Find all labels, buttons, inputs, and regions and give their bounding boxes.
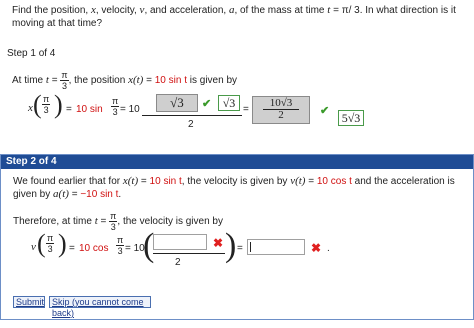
velocity-expression: 10 cos t xyxy=(316,176,352,187)
right-big-paren: ) xyxy=(225,227,237,264)
equals: = xyxy=(66,104,72,115)
answer-box-sqrt3[interactable]: √3 xyxy=(156,94,198,112)
velocity-answer-input[interactable] xyxy=(247,239,305,255)
text: is given by xyxy=(187,75,238,87)
pi-over-3-fraction: π3 xyxy=(116,235,125,256)
text: At time xyxy=(12,75,46,87)
equals-ten: = 10 xyxy=(125,243,145,254)
lhs-v: v xyxy=(31,241,36,253)
position-expression: 10 sin t xyxy=(149,176,182,187)
fraction-denominator: 3 xyxy=(43,105,49,115)
text: We found earlier that for xyxy=(13,176,123,187)
check-icon: ✔ xyxy=(202,98,212,110)
incorrect-x-icon: ✖ xyxy=(213,236,224,250)
question-part: , and acceleration, xyxy=(144,5,229,16)
text: , the position xyxy=(68,75,129,87)
step2-header: Step 2 of 4 xyxy=(1,155,473,169)
fraction-denominator: 2 xyxy=(188,119,194,130)
text: = xyxy=(68,189,81,200)
fraction-numerator: π xyxy=(116,235,125,246)
incorrect-x-icon: ✖ xyxy=(311,241,322,255)
fraction-numerator: π xyxy=(46,233,55,244)
skip-button[interactable]: Skip (you cannot come back) xyxy=(49,296,151,318)
fraction-bar xyxy=(153,253,225,254)
question-part: Find the position, xyxy=(12,5,91,16)
submit-button[interactable]: Submit xyxy=(13,296,45,308)
fraction-denominator: 3 xyxy=(47,244,53,254)
fraction-numerator: π xyxy=(42,94,51,105)
fraction-denominator: 3 xyxy=(112,107,118,117)
right-paren: ) xyxy=(54,90,63,119)
question-part: , velocity, xyxy=(95,5,140,16)
position-expression: 10 sin t xyxy=(154,75,187,87)
pi-over-3-fraction: π3 xyxy=(60,70,69,91)
fraction-numerator: π xyxy=(60,70,69,81)
fraction-denominator: 2 xyxy=(278,109,284,121)
step1-label: Step 1 of 4 xyxy=(7,48,56,59)
sin-expression: 10 sin xyxy=(76,104,103,115)
fraction-bar xyxy=(142,115,242,116)
fraction-numerator: π xyxy=(111,96,120,107)
answer-box-5sqrt3: 5√3 xyxy=(338,110,364,126)
a-of-t: a(t) xyxy=(53,188,69,200)
left-paren: ( xyxy=(33,90,42,119)
check-icon: ✔ xyxy=(320,105,330,117)
numerator-input[interactable] xyxy=(153,234,207,250)
x-of-t: x(t) xyxy=(122,175,139,187)
fraction-denominator: 2 xyxy=(175,257,181,268)
answer-box-sqrt3-correct: √3 xyxy=(218,95,240,111)
equals: = xyxy=(243,104,249,115)
equals: = xyxy=(69,243,75,254)
answer-box-10sqrt3-over-2[interactable]: 10√3 2 xyxy=(252,96,310,124)
equals-ten: = 10 xyxy=(120,104,140,115)
x-of-t: x(t) xyxy=(128,74,144,87)
period: . xyxy=(327,243,330,254)
text: , the velocity is given by xyxy=(117,216,223,228)
text: Therefore, at time xyxy=(13,216,95,228)
text: = xyxy=(48,75,61,87)
question-part: , of the mass at time xyxy=(234,5,328,16)
text: . xyxy=(118,189,122,200)
step2-equation: v ( π3 ) = 10 cos π3 = 10 ( ✖ 2 ) = ✖ . xyxy=(13,227,473,271)
text: = xyxy=(305,176,317,187)
text-cursor xyxy=(250,242,251,252)
step1-equation: x ( π3 ) = 10 sin π3 = 10 √3 ✔ √3 2 = 10… xyxy=(12,90,472,132)
step1-statement: At time t = π3, the position x(t) = 10 s… xyxy=(12,70,237,91)
question-text: Find the position, x, velocity, v, and a… xyxy=(12,4,460,30)
fraction-denominator: 3 xyxy=(117,246,123,256)
acceleration-expression: −10 sin t xyxy=(80,189,119,200)
step2-statement: We found earlier that for x(t) = 10 sin … xyxy=(13,175,461,201)
pi-over-3-fraction: π3 xyxy=(46,233,55,254)
right-paren: ) xyxy=(58,229,67,258)
v-of-t: v(t) xyxy=(290,175,306,187)
pi-over-3-fraction: π3 xyxy=(111,96,120,117)
cos-expression: 10 cos xyxy=(79,243,109,254)
left-paren: ( xyxy=(37,229,46,258)
text: , the velocity is given by xyxy=(181,176,291,187)
text: = xyxy=(97,216,110,228)
text: = xyxy=(138,176,150,187)
equals: = xyxy=(237,243,243,254)
pi-over-3-fraction: π3 xyxy=(42,94,51,115)
text: = xyxy=(143,75,155,87)
